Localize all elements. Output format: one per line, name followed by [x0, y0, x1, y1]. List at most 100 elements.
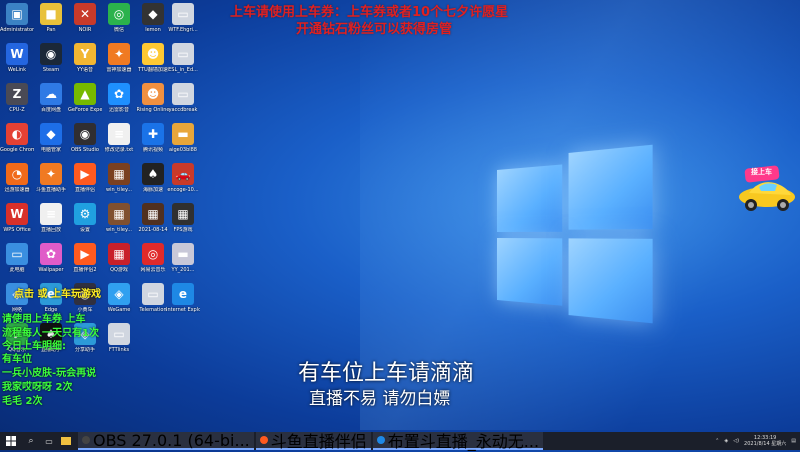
app-icon: ■	[40, 3, 62, 25]
app-icon: Y	[74, 43, 96, 65]
app-icon: ▭	[172, 83, 194, 105]
app-icon: ▦	[108, 203, 130, 225]
desktop-icon-label: 微信	[113, 27, 124, 33]
taskbar-app[interactable]: 布置斗直播_永动无...	[372, 432, 544, 451]
desktop-icon[interactable]: ☁ 百度网盘	[34, 83, 68, 113]
desktop-icon[interactable]: ▭ 此电脑	[0, 243, 34, 273]
desktop-icon[interactable]: ◉ Steam	[34, 43, 68, 73]
taskbar-clock[interactable]: 12:33:19 2021/8/14 星期六	[744, 435, 786, 447]
desktop-icon[interactable]: ☻ TTU翻墙加速	[136, 43, 170, 73]
desktop-icon[interactable]: ✕ NOIR	[68, 3, 102, 33]
desktop-icon[interactable]: ♠ 海豚加速	[136, 163, 170, 193]
desktop-icon-label: QQ游戏	[110, 267, 128, 273]
desktop-icon[interactable]: W WPS Office	[0, 203, 34, 233]
desktop-icon-label: Google Chrome	[0, 147, 34, 153]
file-explorer-icon[interactable]	[58, 432, 74, 450]
task-view-icon[interactable]: ▭	[40, 432, 58, 450]
desktop-icon-label: Pan	[46, 27, 56, 33]
app-icon: ✿	[108, 83, 130, 105]
desktop-icon-label: FTTlinks	[108, 347, 130, 353]
desktop-icon[interactable]: ✦ 雷神加速器	[102, 43, 136, 73]
app-icon: ✚	[142, 123, 164, 145]
desktop-icon[interactable]: ◈ WeGame	[102, 283, 136, 313]
desktop-icon[interactable]: ▦ 2021-08-14	[136, 203, 170, 233]
tray-volume-icon[interactable]: ◁)	[733, 438, 739, 444]
desktop-icon[interactable]: ◉ OBS Studio	[68, 123, 102, 153]
taskbar-app[interactable]: 斗鱼直播伴侣	[255, 432, 371, 451]
app-icon: ▭	[172, 43, 194, 65]
desktop-icon[interactable]: 🚗 encoge-10...	[166, 163, 200, 193]
desktop-icon[interactable]: ▭ yaccdbreak	[166, 83, 200, 113]
desktop-icon[interactable]: ▭ Telemation	[136, 283, 170, 313]
app-icon: ▭	[6, 243, 28, 265]
app-icon: ✿	[40, 243, 62, 265]
desktop-icon[interactable]: ≡ 直播回放	[34, 203, 68, 233]
desktop-icon[interactable]: ▦ win_tiley...	[102, 203, 136, 233]
desktop-icon[interactable]: ✿ 迅雷影音	[102, 83, 136, 113]
desktop-icon[interactable]: ▦ win_tiley...	[102, 163, 136, 193]
tray-network-icon[interactable]: ◈	[724, 438, 728, 444]
desktop-icon[interactable]: ◆ lemon	[136, 3, 170, 33]
taskbar-app-label: 布置斗直播_永动无...	[387, 432, 540, 451]
app-icon: ☻	[142, 83, 164, 105]
desktop-icon[interactable]: ✦ 斗鱼直播助手	[34, 163, 68, 193]
app-icon: ▣	[6, 3, 28, 25]
app-icon: W	[6, 203, 28, 225]
search-icon[interactable]: ⌕	[22, 432, 40, 450]
chat-line: 请使用上车券 上车	[2, 314, 86, 325]
chat-line: 点击 或 上车玩游戏	[14, 289, 101, 300]
desktop-icon[interactable]: ▶ 直播伴侣	[68, 163, 102, 193]
chat-line: 一兵小皮肤-玩会再说	[2, 368, 97, 379]
desktop-icon[interactable]: ◎ 微信	[102, 3, 136, 33]
desktop-icon[interactable]: ☻ Rising Online	[136, 83, 170, 113]
desktop-icon[interactable]: ◔ 迅游加速器	[0, 163, 34, 193]
desktop-icon[interactable]: ▬ YY_201...	[166, 243, 200, 273]
chat-line: 我家哎呀呀 2次	[2, 382, 73, 393]
app-icon: ☁	[40, 83, 62, 105]
app-icon: ▶	[74, 163, 96, 185]
desktop-icon[interactable]: ▣ Administrator	[0, 3, 34, 33]
taskbar-app[interactable]: OBS 27.0.1 (64-bi...	[78, 431, 254, 450]
desktop-icon[interactable]: ◐ Google Chrome	[0, 123, 34, 153]
app-icon: ▭	[108, 323, 130, 345]
desktop-icon[interactable]: ■ Pan	[34, 3, 68, 33]
app-icon: ◎	[142, 243, 164, 265]
desktop-icon[interactable]: ▦ QQ游戏	[102, 243, 136, 273]
taskbar-apps: OBS 27.0.1 (64-bi... 斗鱼直播伴侣 布置斗直播_永动无...	[78, 431, 545, 451]
app-icon: Z	[6, 83, 28, 105]
app-icon: ◆	[40, 123, 62, 145]
desktop-icon[interactable]: ▭ FTTlinks	[102, 323, 136, 353]
desktop-icon[interactable]: ✿ Wallpaper	[34, 243, 68, 273]
app-icon: ◎	[108, 3, 130, 25]
desktop-icon[interactable]: ◆ 电脑管家	[34, 123, 68, 153]
desktop-icon-label: encoge-10...	[167, 187, 199, 193]
desktop-icon[interactable]: Y YY语音	[68, 43, 102, 73]
desktop-icon-label: Telemation	[139, 307, 167, 313]
desktop-icon-label: 腾讯视频	[142, 147, 163, 153]
desktop-icon[interactable]: ▭ ESL_in_Ed...	[166, 43, 200, 73]
desktop-icon-label: CPU-Z	[9, 107, 25, 113]
desktop-icon[interactable]: ⚙ 设置	[68, 203, 102, 233]
desktop-icon[interactable]: e Internet Explorer	[166, 283, 200, 313]
notification-icon[interactable]: ▤	[791, 438, 796, 444]
desktop-icon-label: 电脑管家	[40, 147, 61, 153]
desktop-icon[interactable]: ▭ WTF.Ehgri...	[166, 3, 200, 33]
tray-chevron-icon[interactable]: ⌃	[715, 438, 719, 444]
desktop-icon[interactable]: Z CPU-Z	[0, 83, 34, 113]
desktop-icon[interactable]: ▶ 直播伴侣2	[68, 243, 102, 273]
start-button[interactable]	[0, 432, 22, 450]
desktop-icon-label: WeGame	[107, 307, 131, 313]
desktop-icon-label: 2021-08-14	[138, 227, 168, 233]
desktop-icon[interactable]: ▬ aige03bl88	[166, 123, 200, 153]
taskbar-app-icon	[376, 436, 385, 444]
desktop-icon-label: win_tiley...	[106, 187, 132, 193]
app-icon: ◔	[6, 163, 28, 185]
desktop-icon[interactable]: ◎ 网易云音乐	[136, 243, 170, 273]
desktop-icon[interactable]: W WeLink	[0, 43, 34, 73]
desktop-icon[interactable]: ≡ 修改记录.txt	[102, 123, 136, 153]
desktop-icon[interactable]: ▦ FPS游戏	[166, 203, 200, 233]
desktop-icon-label: OBS Studio	[71, 147, 99, 153]
desktop-icon-label: 海豚加速	[142, 187, 163, 193]
desktop-icon[interactable]: ▲ GeForce Experience	[68, 83, 102, 113]
desktop-icon[interactable]: ✚ 腾讯视频	[136, 123, 170, 153]
